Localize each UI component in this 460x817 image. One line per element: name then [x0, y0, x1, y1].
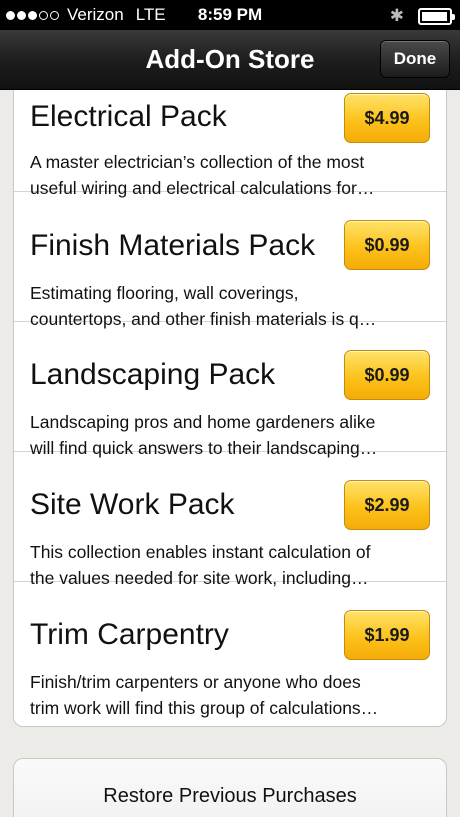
buy-price-button[interactable]: $4.99	[344, 93, 430, 143]
buy-price-button[interactable]: $0.99	[344, 350, 430, 400]
restore-purchases-button[interactable]: Restore Previous Purchases	[13, 758, 447, 817]
product-title: Electrical Pack	[30, 100, 227, 133]
battery-icon	[418, 7, 455, 25]
product-item-site-work-pack[interactable]: Site Work Pack $2.99 This collection ena…	[14, 452, 446, 588]
product-title: Site Work Pack	[30, 488, 235, 521]
product-title: Trim Carpentry	[30, 618, 229, 651]
done-button[interactable]: Done	[380, 40, 450, 78]
description-line: A master electrician’s collection of the…	[30, 152, 365, 172]
buy-price-button[interactable]: $0.99	[344, 220, 430, 270]
description-line: trim work will find this group of calcul…	[30, 698, 379, 718]
status-right: ✱	[389, 6, 455, 26]
product-list: Electrical Pack $4.99 A master electrici…	[13, 90, 447, 727]
buy-price-button[interactable]: $2.99	[344, 480, 430, 530]
description-line: Landscaping pros and home gardeners alik…	[30, 412, 376, 432]
product-item-trim-carpentry[interactable]: Trim Carpentry $1.99 Finish/trim carpent…	[14, 582, 446, 718]
navigation-bar: Add-On Store Done	[0, 30, 460, 90]
status-bar: Verizon LTE 8:59 PM ✱	[0, 0, 460, 30]
description-line: Finish/trim carpenters or anyone who doe…	[30, 672, 361, 692]
restore-purchases-label: Restore Previous Purchases	[103, 785, 357, 807]
product-item-electrical-pack[interactable]: Electrical Pack $4.99 A master electrici…	[14, 90, 446, 198]
buy-price-button[interactable]: $1.99	[344, 610, 430, 660]
description-line: Estimating flooring, wall coverings,	[30, 283, 299, 303]
product-item-landscaping-pack[interactable]: Landscaping Pack $0.99 Landscaping pros …	[14, 322, 446, 458]
description-line: This collection enables instant calculat…	[30, 542, 371, 562]
product-description: Finish/trim carpenters or anyone who doe…	[30, 669, 434, 721]
battery-fill	[422, 11, 447, 21]
product-title: Finish Materials Pack	[30, 229, 316, 262]
product-item-finish-materials-pack[interactable]: Finish Materials Pack $0.99 Estimating f…	[14, 192, 446, 329]
bluetooth-icon: ✱	[389, 6, 404, 25]
product-title: Landscaping Pack	[30, 358, 276, 391]
